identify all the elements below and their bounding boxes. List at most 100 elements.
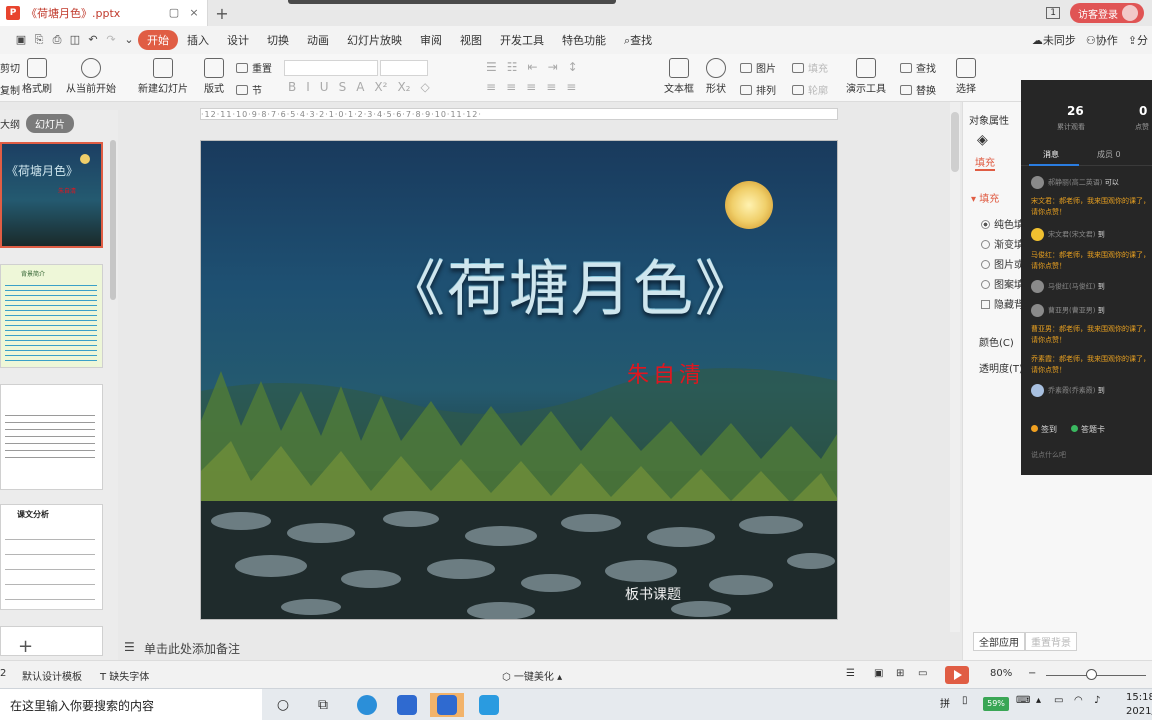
- slide-thumbnail-2[interactable]: 背景简介: [0, 264, 103, 368]
- numbering-icon[interactable]: ☷: [507, 60, 518, 74]
- menu-view[interactable]: 视图: [451, 30, 491, 50]
- sync-status[interactable]: ☁未同步: [1032, 32, 1076, 48]
- zoom-slider-handle[interactable]: [1086, 669, 1097, 680]
- tab-outline[interactable]: 大纲: [0, 116, 20, 131]
- window-count-badge[interactable]: 1: [1046, 7, 1060, 19]
- menu-slideshow[interactable]: 幻灯片放映: [338, 30, 411, 50]
- answer-card-button[interactable]: 答题卡: [1071, 424, 1105, 435]
- menu-features[interactable]: 特色功能: [553, 30, 615, 50]
- slide-thumbnail-1[interactable]: 《荷塘月色》 朱自清: [0, 142, 103, 248]
- slide-thumbnail-4[interactable]: 课文分析: [0, 504, 103, 610]
- windows-search-input[interactable]: 在这里输入你要搜索的内容: [0, 689, 262, 720]
- textbox-button[interactable]: 文本框: [664, 58, 694, 95]
- zoom-out-icon[interactable]: −: [1028, 668, 1036, 679]
- tray-overflow-icon[interactable]: ▴: [1036, 695, 1041, 706]
- wps-presentation-icon[interactable]: [430, 693, 464, 717]
- play-from-current-button[interactable]: 从当前开始: [66, 58, 116, 95]
- battery-indicator[interactable]: 59%: [983, 697, 1009, 711]
- layout-button[interactable]: 版式: [204, 58, 224, 95]
- add-slide-button[interactable]: +: [18, 636, 33, 657]
- share-button[interactable]: ⇪分: [1128, 32, 1148, 48]
- beautify-button[interactable]: ⬡ 一键美化 ▴: [502, 668, 562, 683]
- font-color-icon[interactable]: A: [356, 80, 364, 94]
- canvas-scroll-thumb[interactable]: [951, 112, 959, 172]
- volume-icon[interactable]: ♪: [1094, 695, 1100, 706]
- close-tab-button[interactable]: ×: [187, 6, 201, 20]
- clear-format-icon[interactable]: ◇: [420, 80, 429, 94]
- reset-button[interactable]: 重置: [236, 60, 272, 75]
- slide-thumbnail-5[interactable]: [0, 626, 103, 656]
- wifi-icon[interactable]: ◠: [1074, 695, 1083, 706]
- redo-icon[interactable]: ↷: [102, 33, 120, 47]
- section-button[interactable]: 节: [236, 82, 262, 97]
- customize-chevron-icon[interactable]: ⌄: [120, 33, 138, 47]
- sorter-view-icon[interactable]: ⊞: [896, 668, 904, 679]
- wps-writer-icon[interactable]: [390, 693, 424, 717]
- edge-browser-icon[interactable]: [350, 693, 384, 717]
- shape-button[interactable]: 形状: [706, 58, 726, 95]
- collaborate-button[interactable]: ⚇协作: [1086, 32, 1118, 48]
- tab-options-icon[interactable]: ▢: [167, 6, 181, 20]
- visitor-login-button[interactable]: 访客登录: [1070, 3, 1144, 23]
- fill-bucket-icon[interactable]: ◈: [977, 132, 988, 148]
- copy-button[interactable]: 复制: [0, 82, 20, 97]
- undo-icon[interactable]: ↶: [84, 33, 102, 47]
- save-icon[interactable]: ▣: [12, 33, 30, 47]
- bullets-icon[interactable]: ☰: [486, 60, 497, 74]
- section-fill-header[interactable]: ▾ 填充: [971, 190, 999, 205]
- slide-title[interactable]: 《荷塘月色》: [385, 241, 757, 328]
- normal-view-icon[interactable]: ▣: [874, 668, 883, 679]
- tab-messages[interactable]: 消息: [1043, 149, 1059, 160]
- save-as-icon[interactable]: ⎘: [30, 33, 48, 47]
- menu-design[interactable]: 设计: [218, 30, 258, 50]
- align-center-icon[interactable]: ≡: [506, 80, 516, 94]
- preview-icon[interactable]: ◫: [66, 33, 84, 47]
- align-right-icon[interactable]: ≡: [526, 80, 536, 94]
- italic-icon[interactable]: I: [306, 80, 310, 94]
- outline-button[interactable]: 轮廓: [792, 82, 828, 97]
- cortana-icon[interactable]: ○: [266, 693, 300, 717]
- task-view-icon[interactable]: ⧉: [306, 693, 340, 717]
- reading-view-icon[interactable]: ▭: [918, 668, 927, 679]
- indent-increase-icon[interactable]: ⇥: [548, 60, 558, 74]
- menu-transitions[interactable]: 切换: [258, 30, 298, 50]
- keyboard-icon[interactable]: ⌨: [1016, 695, 1030, 706]
- select-button[interactable]: 选择: [956, 58, 976, 95]
- slide-thumbnail-3[interactable]: [0, 384, 103, 490]
- subscript-icon[interactable]: X₂: [397, 80, 410, 94]
- app-taskbar-icon[interactable]: [472, 693, 506, 717]
- font-name-select[interactable]: [284, 60, 378, 76]
- network-icon[interactable]: ▯: [962, 695, 968, 706]
- menu-home[interactable]: 开始: [138, 30, 178, 50]
- find-button[interactable]: 查找: [900, 60, 936, 75]
- tab-members[interactable]: 成员 0: [1097, 149, 1121, 160]
- reset-background-button[interactable]: 重置背景: [1025, 632, 1077, 651]
- slide-author[interactable]: 朱自清: [627, 357, 705, 389]
- distributed-icon[interactable]: ≡: [566, 80, 576, 94]
- picture-button[interactable]: 图片: [740, 60, 776, 75]
- menu-review[interactable]: 审阅: [411, 30, 451, 50]
- fill-button[interactable]: 填充: [792, 60, 828, 75]
- line-spacing-icon[interactable]: ↕: [568, 60, 578, 74]
- strikethrough-icon[interactable]: S: [339, 80, 347, 94]
- cut-button[interactable]: 剪切: [0, 60, 20, 75]
- present-tools-button[interactable]: 演示工具: [846, 58, 886, 95]
- notes-toggle-icon[interactable]: ☰: [846, 668, 855, 679]
- print-icon[interactable]: ⎙: [48, 33, 66, 47]
- menu-developer[interactable]: 开发工具: [491, 30, 553, 50]
- tab-slides[interactable]: 幻灯片: [26, 114, 74, 133]
- slides-scrollbar[interactable]: [110, 140, 116, 300]
- superscript-icon[interactable]: X²: [374, 80, 387, 94]
- missing-font-button[interactable]: T 缺失字体: [100, 668, 149, 683]
- ime-indicator[interactable]: 拼: [940, 695, 950, 710]
- format-painter-button[interactable]: 格式刷: [22, 58, 52, 95]
- underline-icon[interactable]: U: [320, 80, 329, 94]
- apply-all-button[interactable]: 全部应用: [973, 632, 1025, 651]
- notes-bar[interactable]: ☰ 单击此处添加备注: [118, 636, 960, 660]
- new-slide-button[interactable]: 新建幻灯片: [138, 58, 188, 95]
- replace-button[interactable]: 替换: [900, 82, 936, 97]
- design-template-button[interactable]: 默认设计模板: [22, 668, 82, 683]
- system-clock[interactable]: 15:18 2021/2/: [1126, 691, 1152, 719]
- monitor-icon[interactable]: ▭: [1054, 695, 1063, 706]
- indent-decrease-icon[interactable]: ⇤: [528, 60, 538, 74]
